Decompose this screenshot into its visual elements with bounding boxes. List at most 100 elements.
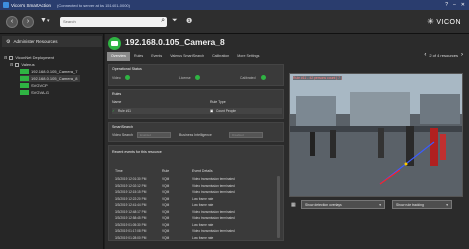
admin-resources-button[interactable]: ⚙ Administer Resources <box>2 36 102 47</box>
table-row[interactable]: 3/3/2019 12:22:20 PM VQM Low frame rate <box>112 197 277 203</box>
event-details: Video transmission terminated <box>192 229 235 233</box>
rule-type-icon: ▣ <box>210 109 214 113</box>
admin-resources-label: Administer Resources <box>13 39 58 44</box>
tab-more-settings[interactable]: More Settings <box>233 52 263 61</box>
collapse-icon: ⊟ <box>10 62 14 67</box>
video-search-field[interactable]: Enabled <box>137 132 171 138</box>
tree-item-deployment[interactable]: ⊟ ViconNet Deployment <box>4 54 54 61</box>
event-rule: VQM <box>162 196 170 201</box>
next-resource-icon[interactable]: › <box>461 52 463 58</box>
table-row[interactable]: 3/3/2019 12:58:45 PM VQM Video transmissio… <box>112 216 277 222</box>
event-details: Video transmission terminated <box>192 183 235 188</box>
event-rule: VQM <box>162 216 170 220</box>
table-row[interactable]: ✓ Rule #11 ▣ Count People <box>112 108 282 114</box>
license-status-label: License <box>179 76 191 80</box>
settings-icon: ⚙ <box>6 38 11 45</box>
event-rule: VQM <box>162 203 170 207</box>
table-row[interactable]: 3/3/2019 12:48:17 PM VQM Video transmissio… <box>112 210 277 216</box>
license-status-icon <box>195 75 200 80</box>
info-icon[interactable]: ❶ <box>186 17 192 25</box>
event-details: Low frame rate <box>192 222 214 227</box>
minimize-icon[interactable]: – <box>453 2 456 8</box>
event-time: 3/3/2019 12:15:15 PM <box>115 190 147 194</box>
tab-calibration[interactable]: Calibration <box>208 52 233 61</box>
video-frame <box>290 74 462 196</box>
table-row[interactable]: 3/3/2019 01:05:30 PM VQM Low frame rate <box>112 223 277 229</box>
event-details: Video transmission terminated <box>192 190 235 194</box>
table-row[interactable]: 3/3/2019 12:02:12 PM VQM Video transmissio… <box>112 184 277 190</box>
event-time: 3/3/2019 01:17:08 PM <box>115 229 147 233</box>
grid-icon[interactable]: ▦ <box>291 202 296 208</box>
smartsearch-header: SmartSearch <box>112 125 133 129</box>
search-icon[interactable]: ⌕ <box>161 17 165 25</box>
event-rule: VQM <box>162 235 170 240</box>
folder-icon <box>9 55 14 60</box>
tab-events[interactable]: Events <box>147 52 166 61</box>
funnel-icon[interactable]: ⏷ <box>172 17 178 25</box>
tab-smartsearch[interactable]: Valerus SmartSearch <box>166 52 208 61</box>
camera-status-icon <box>108 37 121 50</box>
business-intelligence-field[interactable]: Disabled <box>229 132 263 138</box>
table-row[interactable]: 3/3/2019 12:41:44 PM VQM Low frame rate <box>112 203 277 209</box>
tab-rules[interactable]: Rules <box>130 52 147 61</box>
camera-icon <box>20 69 29 74</box>
event-rule: VQM <box>162 183 170 188</box>
video-preview[interactable]: Rule #11 - 42 persons count [ 7 ] <box>289 73 463 197</box>
video-status-label: Video <box>112 76 121 80</box>
event-time: 3/3/2019 01:05:30 PM <box>115 222 147 227</box>
business-intelligence-label: Business Intelligence <box>179 133 212 137</box>
camera-icon <box>20 83 29 88</box>
tree-item-valerus[interactable]: ⊟ Valerus <box>10 61 35 68</box>
events-scrollbar[interactable] <box>277 176 280 238</box>
chevron-down-icon: ▾ <box>379 202 381 207</box>
table-row[interactable]: 3/3/2019 01:17:08 PM VQM Video transmissio… <box>112 229 277 235</box>
forward-button[interactable]: › <box>22 16 34 28</box>
app-title: Vicon's SmartAction <box>11 2 52 8</box>
tree-item-camera-8[interactable]: 192.168.0.105_Camera_8 <box>20 75 81 82</box>
calibrated-status-icon <box>261 75 266 80</box>
camera-header: 192.168.0.105_Camera_8 Overview Rules Ev… <box>105 34 469 64</box>
show-detection-overlays-dropdown[interactable]: Show detection overlays ▾ <box>301 200 385 209</box>
resource-pager: ‹ 2 of 4 resources › <box>424 52 463 58</box>
event-time: 3/3/2019 12:22:20 PM <box>115 196 147 201</box>
app-icon <box>3 2 9 8</box>
event-rule: VQM <box>162 222 170 227</box>
filter-dropdown-icon[interactable]: ▾ <box>47 18 50 24</box>
event-rule: VQM <box>162 209 170 214</box>
help-icon[interactable]: ? <box>445 2 448 8</box>
table-row[interactable]: 3/3/2019 01:28:00 PM VQM Low frame rate <box>112 236 277 242</box>
rules-col-type: Rule Type <box>210 100 226 104</box>
search-placeholder: Search <box>63 19 76 24</box>
events-panel: Recent events for this resource Time Rul… <box>108 145 284 241</box>
prev-resource-icon[interactable]: ‹ <box>424 52 426 58</box>
back-button[interactable]: ‹ <box>6 16 18 28</box>
tree-item-svgva-g[interactable]: SVGVA-G <box>20 89 49 96</box>
pager-text: 2 of 4 resources <box>429 52 458 58</box>
table-row[interactable]: 3/3/2019 12:01:30 PM VQM Video transmissio… <box>112 177 277 183</box>
operational-status-header: Operational Status <box>112 67 142 71</box>
collapse-icon: ⊟ <box>4 55 8 60</box>
event-time: 3/3/2019 12:41:44 PM <box>115 203 147 207</box>
close-icon[interactable]: ✕ <box>461 2 465 8</box>
camera-tabs: Overview Rules Events Valerus SmartSearc… <box>107 52 263 61</box>
title-bar: Vicon's SmartAction (Connected to server… <box>0 0 469 10</box>
tree-item-camera-7[interactable]: 192.168.0.105_Camera_7 <box>20 68 77 75</box>
rules-panel: Rules Name Rule Type ✓ Rule #11 ▣ Count … <box>108 89 284 119</box>
camera-title: 192.168.0.105_Camera_8 <box>125 37 225 47</box>
connection-status: (Connected to server at ks 151401-0000) <box>57 2 130 8</box>
rules-col-name: Name <box>112 100 122 104</box>
filter-icon[interactable]: ▼ <box>40 17 47 24</box>
table-row[interactable]: 3/3/2019 12:15:15 PM VQM Video transmissio… <box>112 190 277 196</box>
rule-status-icon: ✓ <box>112 109 116 113</box>
rules-header: Rules <box>112 92 122 96</box>
events-header: Recent events for this resource <box>112 150 162 154</box>
search-input[interactable]: Search ⌕ <box>60 17 167 27</box>
tab-overview[interactable]: Overview <box>107 52 130 61</box>
show-rule-tracking-dropdown[interactable]: Show rule tracking ▾ <box>392 200 452 209</box>
rule-name: Rule #11 <box>118 109 131 113</box>
camera-icon <box>20 76 29 81</box>
tree-item-svgvcp[interactable]: SVGVCP <box>20 82 48 89</box>
folder-icon <box>15 62 20 67</box>
camera-icon <box>20 90 29 95</box>
events-col-rule: Rule <box>162 169 170 173</box>
